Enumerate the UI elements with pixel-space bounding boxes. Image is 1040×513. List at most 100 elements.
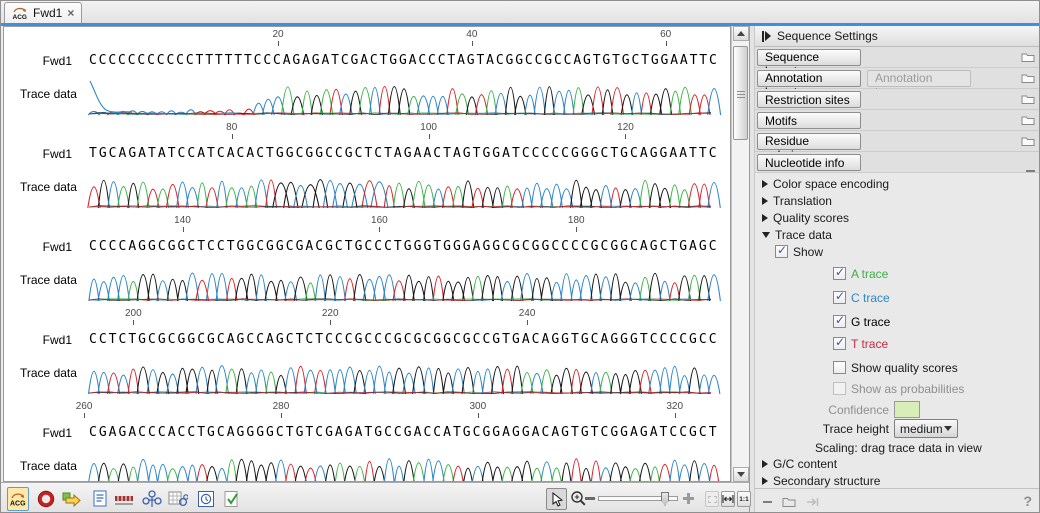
show-checkbox[interactable]	[775, 245, 788, 258]
sequence-text[interactable]: CGAGACCCACCTGCAGGGGCTGTCGAGATGCCGACCATGC…	[89, 425, 719, 440]
scroll-down-button[interactable]	[733, 467, 749, 482]
ruler-tick	[527, 320, 528, 325]
text-view-button[interactable]	[89, 487, 111, 511]
zoom-to-selection-button[interactable]	[705, 491, 719, 507]
ruler-tick	[232, 134, 233, 139]
history-icon	[197, 490, 215, 508]
scroll-up-button[interactable]	[733, 26, 749, 41]
expand-arrow-icon[interactable]	[762, 197, 768, 205]
folder-icon[interactable]	[1021, 114, 1035, 129]
g-trace-checkbox[interactable]	[833, 315, 846, 328]
expand-arrow-icon[interactable]	[762, 214, 768, 222]
sequence-layout-button[interactable]: Sequence layout	[757, 49, 861, 66]
motifs-button[interactable]: Motifs	[757, 112, 861, 129]
fit-width-button[interactable]	[721, 491, 735, 507]
minimize-icon[interactable]	[763, 501, 772, 503]
trace-height-dropdown[interactable]: medium	[894, 419, 958, 438]
sequence-name-label: Fwd1	[4, 333, 72, 347]
history-button[interactable]	[195, 487, 217, 511]
element-info-button[interactable]	[221, 487, 243, 511]
sequence-text[interactable]: TGCAGATATCCATCACACTGGCGGCCGCTCTAGAACTAGT…	[89, 146, 719, 161]
folder-icon[interactable]	[1021, 135, 1035, 150]
show-probabilities-label: Show as probabilities	[851, 382, 964, 396]
confidence-row: Confidence	[815, 401, 889, 418]
one-to-one-button[interactable]: 1:1	[737, 491, 751, 507]
annotation-layout-button[interactable]: Annotation layout	[757, 70, 861, 87]
tree-item-quality-scores[interactable]: Quality scores	[762, 209, 849, 226]
confidence-swatch[interactable]	[894, 401, 920, 418]
chromatogram-trace[interactable]	[4, 441, 731, 482]
dock-arrow-icon[interactable]	[806, 496, 820, 508]
show-quality-checkbox[interactable]	[833, 361, 846, 374]
tree-item-trace-data[interactable]: Trace data	[762, 226, 832, 243]
sequence-settings-header[interactable]: Sequence Settings	[755, 26, 1040, 47]
ruler-tick-label: 120	[617, 122, 634, 133]
element-info-icon	[223, 490, 241, 508]
restriction-sites-button[interactable]: Restriction sites	[757, 91, 861, 108]
tree-item-gc-content[interactable]: G/C content	[762, 455, 837, 472]
sequence-text[interactable]: CCCCCCCCCCCTTTTTTCCCAGAGATCGACTGGACCCTAG…	[89, 53, 719, 68]
residue-coloring-button[interactable]: Residue coloring	[757, 133, 861, 150]
ruler-tick-label: 220	[322, 308, 339, 319]
zoom-slider-thumb[interactable]	[661, 492, 669, 506]
folder-icon[interactable]	[1021, 51, 1035, 66]
nucleotide-info-button[interactable]: Nucleotide info	[757, 154, 861, 171]
ruler-tick	[675, 413, 676, 418]
annotation-table-button[interactable]	[61, 487, 83, 511]
circular-view-button[interactable]	[35, 487, 57, 511]
sequence-text[interactable]: CCTCTGCGCGGCGCAGCCAGCTCTCCCGCCCGCGCGGCGC…	[89, 332, 719, 347]
folder-icon[interactable]	[1021, 72, 1035, 87]
tree-item-translation[interactable]: Translation	[762, 192, 832, 209]
annotation-types-button[interactable]: Annotation types	[867, 70, 971, 87]
tree-item-label: Trace data	[775, 228, 832, 242]
restriction-map-button[interactable]	[113, 487, 135, 511]
tab-title: Fwd1	[33, 6, 62, 20]
expand-arrow-icon[interactable]	[762, 477, 768, 485]
expand-arrow-icon[interactable]	[762, 460, 768, 468]
trace-height-value: medium	[900, 422, 943, 436]
ruler-tick-label: 60	[660, 29, 671, 40]
folder-icon[interactable]	[1021, 93, 1035, 108]
zoom-out-button[interactable]	[585, 497, 595, 500]
cloverleaf-structure-button[interactable]	[141, 487, 163, 511]
circular-view-icon	[37, 490, 55, 508]
chevron-down-icon	[944, 426, 952, 431]
c-trace-checkbox[interactable]	[833, 291, 846, 304]
help-button[interactable]: ?	[1023, 493, 1032, 509]
selection-tool-button[interactable]	[546, 488, 567, 510]
show-quality-row: Show quality scores	[833, 359, 958, 376]
tab-bar: ACG Fwd1 ×	[1, 1, 1039, 23]
trace-height-label: Trace height	[823, 422, 889, 436]
ruler-tick	[379, 227, 380, 232]
tab-fwd1[interactable]: ACG Fwd1 ×	[4, 2, 82, 23]
expand-arrow-icon[interactable]	[762, 180, 768, 188]
vertical-scrollbar[interactable]	[731, 26, 749, 482]
sequence-text[interactable]: CCCCAGGCGGCTCCTGGCGGCGACGCTGCCCTGGGTGGGA…	[89, 239, 719, 254]
ruler-tick	[478, 413, 479, 418]
a-trace-checkbox[interactable]	[833, 267, 846, 280]
sequence-trace-view[interactable]: 204060 Fwd1 CCCCCCCCCCCTTTTTTCCCAGAGATCG…	[3, 26, 731, 482]
tree-item-secondary-structure[interactable]: Secondary structure	[762, 472, 880, 489]
t-trace-checkbox[interactable]	[833, 337, 846, 350]
sequence-name-label: Fwd1	[4, 147, 72, 161]
svg-text:ACG: ACG	[13, 14, 27, 20]
chromatogram-trace[interactable]	[4, 69, 731, 125]
scrollbar-thumb[interactable]	[733, 46, 748, 140]
collapse-arrow-icon[interactable]	[762, 232, 770, 238]
structure-table-icon	[168, 490, 188, 508]
folder-icon[interactable]	[782, 496, 796, 508]
tree-item-color-space[interactable]: Color space encoding	[762, 175, 889, 192]
zoom-slider[interactable]	[598, 496, 678, 501]
ruler-tick-label: 280	[273, 401, 290, 412]
tree-item-label: G/C content	[773, 457, 837, 471]
sequence-block: 140160180 Fwd1 CCCCAGGCGGCTCCTGGCGGCGACG…	[4, 215, 731, 308]
chromatogram-trace[interactable]	[4, 348, 731, 404]
structure-table-button[interactable]	[167, 487, 189, 511]
chromatogram-trace[interactable]	[4, 162, 731, 218]
tab-close-icon[interactable]: ×	[67, 8, 74, 18]
show-probabilities-checkbox[interactable]	[833, 382, 846, 395]
chromatogram-trace[interactable]	[4, 255, 731, 311]
down-arrow-icon	[737, 472, 745, 477]
sequence-view-button[interactable]: ACG	[7, 487, 29, 511]
show-trace-row: Show	[775, 243, 823, 260]
